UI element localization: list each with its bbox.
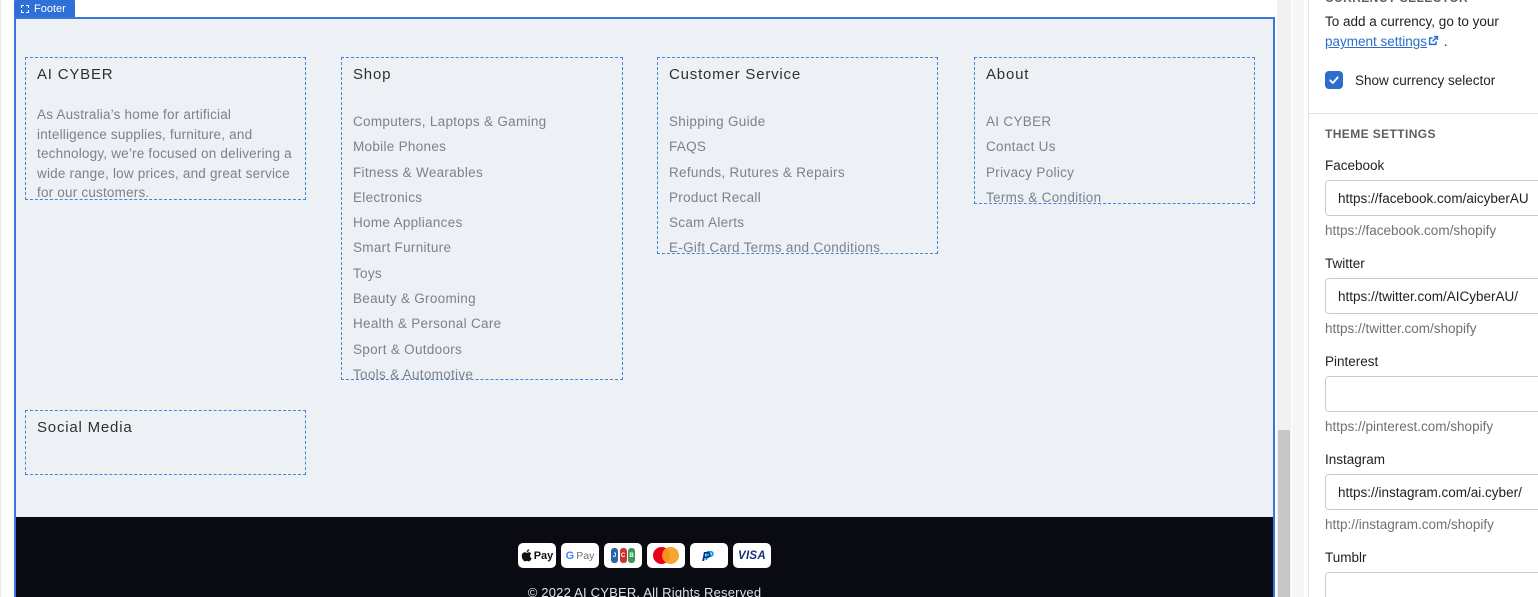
sidebar-gutter xyxy=(1292,0,1304,597)
pinterest-input[interactable] xyxy=(1325,376,1538,412)
currency-selector-header: CURRENCY SELECTOR xyxy=(1325,0,1468,5)
twitter-helper: https://twitter.com/shopify xyxy=(1325,321,1477,336)
footer-link[interactable]: Contact Us xyxy=(986,134,1243,159)
footer-link[interactable]: Refunds, Rutures & Repairs xyxy=(669,160,926,185)
twitter-label: Twitter xyxy=(1325,256,1365,271)
footer-link[interactable]: Tools & Automotive xyxy=(353,362,611,387)
footer-link[interactable]: Toys xyxy=(353,261,611,286)
footer-link[interactable]: FAQS xyxy=(669,134,926,159)
about-link-list: AI CYBER Contact Us Privacy Policy Terms & … xyxy=(986,109,1243,210)
footer-link[interactable]: Fitness & Wearables xyxy=(353,160,611,185)
footer-brand-description: As Australia’s home for artificial intel… xyxy=(37,107,292,200)
footer-tab-label: Footer xyxy=(34,2,66,15)
payment-badges-row: Pay G Pay J C B PP VISA xyxy=(16,517,1273,568)
checkmark-icon xyxy=(1329,76,1339,84)
facebook-field-group: Facebook https://facebook.com/shopify xyxy=(1325,158,1538,238)
footer-block-about-menu[interactable]: About AI CYBER Contact Us Privacy Policy Te… xyxy=(974,57,1255,205)
currency-note: To add a currency, go to your payment se… xyxy=(1325,14,1499,49)
tumblr-label: Tumblr xyxy=(1325,550,1367,565)
jcb-icon: J C B xyxy=(604,543,642,568)
footer-link[interactable]: Mobile Phones xyxy=(353,134,611,159)
footer-link[interactable]: Electronics xyxy=(353,185,611,210)
twitter-input[interactable] xyxy=(1325,278,1538,314)
footer-link[interactable]: Scam Alerts xyxy=(669,210,926,235)
sidebar-divider-line xyxy=(1308,0,1309,597)
settings-divider xyxy=(1309,113,1538,114)
footer-link[interactable]: Home Appliances xyxy=(353,210,611,235)
facebook-helper: https://facebook.com/shopify xyxy=(1325,223,1497,238)
instagram-field-group: Instagram http://instagram.com/shopify xyxy=(1325,452,1538,532)
theme-editor: Footer AI CYBER As Australia’s home for … xyxy=(0,0,1538,597)
social-media-heading: Social Media xyxy=(37,419,133,436)
show-currency-selector-row[interactable]: Show currency selector xyxy=(1325,71,1495,89)
tumblr-input[interactable] xyxy=(1325,572,1538,597)
about-heading: About xyxy=(986,66,1030,83)
facebook-input[interactable] xyxy=(1325,180,1538,216)
footer-section-preview[interactable]: AI CYBER As Australia’s home for artific… xyxy=(14,17,1275,597)
instagram-input[interactable] xyxy=(1325,474,1538,510)
pinterest-label: Pinterest xyxy=(1325,354,1379,369)
payment-settings-link[interactable]: payment settings xyxy=(1325,34,1427,49)
apple-pay-icon: Pay xyxy=(518,543,556,568)
pinterest-helper: https://pinterest.com/shopify xyxy=(1325,419,1494,434)
footer-link[interactable]: Sport & Outdoors xyxy=(353,337,611,362)
footer-brand-heading: AI CYBER xyxy=(37,66,114,83)
footer-section-tab[interactable]: Footer xyxy=(14,0,75,17)
footer-link[interactable]: Privacy Policy xyxy=(986,160,1243,185)
shop-link-list: Computers, Laptops & Gaming Mobile Phones… xyxy=(353,109,611,387)
footer-bottom-bar: Pay G Pay J C B PP VISA © 2022 AI CYBER.… xyxy=(16,517,1273,597)
mastercard-icon xyxy=(647,543,685,568)
footer-block-customer-service-menu[interactable]: Customer Service Shipping Guide FAQS Refun… xyxy=(657,57,938,255)
footer-block-shop-menu[interactable]: Shop Computers, Laptops & Gaming Mobile P… xyxy=(341,57,623,382)
pinterest-field-group: Pinterest https://pinterest.com/shopify xyxy=(1325,354,1538,434)
twitter-field-group: Twitter https://twitter.com/shopify xyxy=(1325,256,1538,336)
footer-link[interactable]: Health & Personal Care xyxy=(353,311,611,336)
footer-block-about-text[interactable]: AI CYBER As Australia’s home for artific… xyxy=(25,57,306,200)
paypal-icon: PP xyxy=(690,543,728,568)
copyright-text: © 2022 AI CYBER. All Rights Reserved xyxy=(527,585,762,597)
instagram-helper: http://instagram.com/shopify xyxy=(1325,517,1494,532)
footer-link[interactable]: Computers, Laptops & Gaming xyxy=(353,109,611,134)
footer-link[interactable]: AI CYBER xyxy=(986,109,1243,134)
customer-service-link-list: Shipping Guide FAQS Refunds, Rutures & Rep… xyxy=(669,109,926,261)
editor-left-edge xyxy=(0,0,1,597)
footer-link[interactable]: E-Gift Card Terms and Conditions xyxy=(669,235,926,260)
google-pay-icon: G Pay xyxy=(561,543,599,568)
footer-link[interactable]: Shipping Guide xyxy=(669,109,926,134)
footer-block-social-media[interactable]: Social Media xyxy=(25,410,306,475)
shop-heading: Shop xyxy=(353,66,392,83)
preview-scrollbar-thumb[interactable] xyxy=(1278,430,1290,597)
facebook-label: Facebook xyxy=(1325,158,1385,173)
footer-link[interactable]: Product Recall xyxy=(669,185,926,210)
tumblr-field-group: Tumblr xyxy=(1325,550,1538,597)
theme-settings-header: THEME SETTINGS xyxy=(1325,127,1436,141)
footer-link[interactable]: Terms & Condition xyxy=(986,185,1243,210)
footer-link[interactable]: Beauty & Grooming xyxy=(353,286,611,311)
visa-icon: VISA xyxy=(733,543,771,568)
external-link-icon xyxy=(1428,35,1439,46)
instagram-label: Instagram xyxy=(1325,452,1386,467)
show-currency-selector-checkbox[interactable] xyxy=(1325,71,1343,89)
section-icon xyxy=(21,4,29,13)
show-currency-selector-label: Show currency selector xyxy=(1355,72,1496,88)
footer-link[interactable]: Smart Furniture xyxy=(353,235,611,260)
customer-service-heading: Customer Service xyxy=(669,66,802,83)
apple-logo-icon xyxy=(521,549,532,562)
